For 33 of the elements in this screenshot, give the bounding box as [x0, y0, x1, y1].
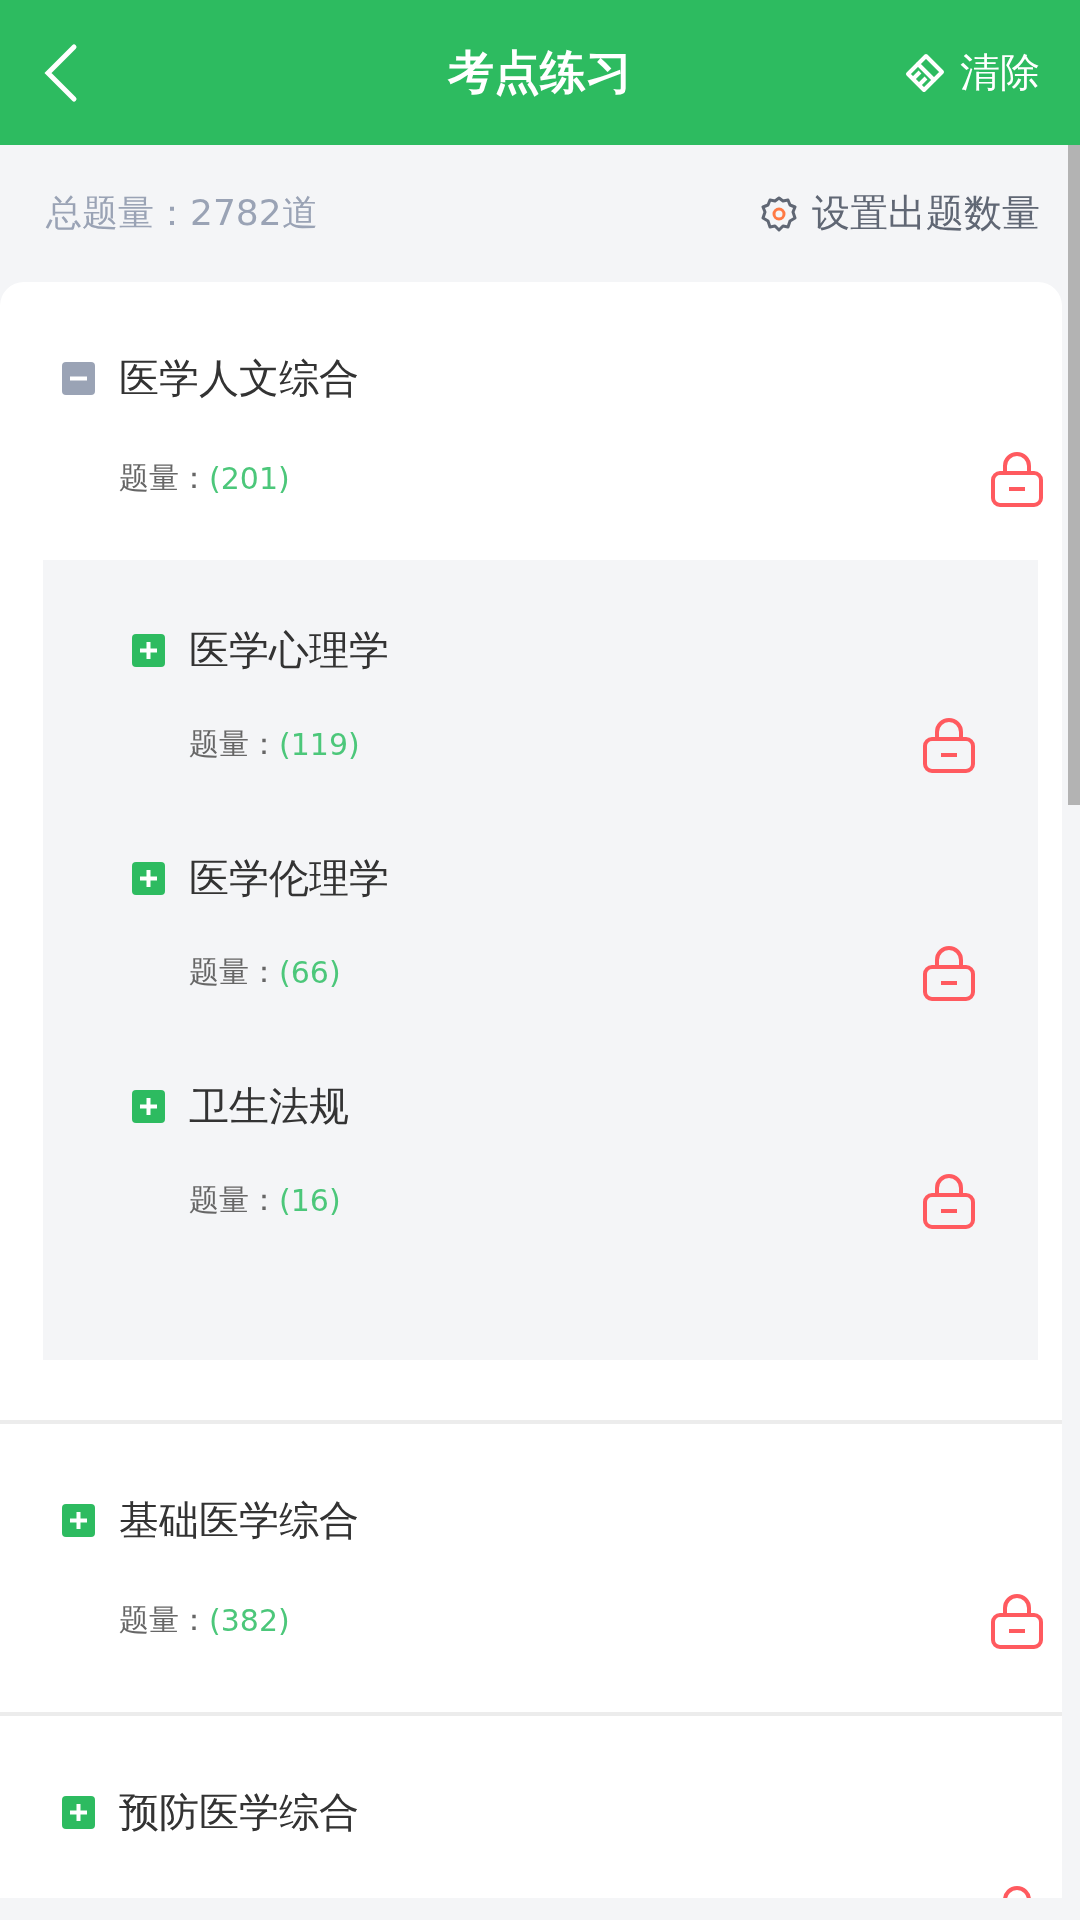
lock-icon[interactable]: [990, 1591, 1044, 1649]
count-value: (16): [279, 1182, 341, 1218]
expand-icon[interactable]: [62, 1503, 95, 1537]
expand-icon[interactable]: [132, 1089, 165, 1123]
lock-icon[interactable]: [922, 715, 976, 773]
brush-icon: [904, 51, 946, 94]
lock-icon[interactable]: [990, 449, 1044, 507]
page-title: 考点练习: [448, 43, 632, 101]
category-title[interactable]: 医学伦理学: [189, 850, 389, 906]
expand-icon[interactable]: [132, 633, 165, 667]
expand-icon[interactable]: [132, 861, 165, 895]
category-title[interactable]: 医学心理学: [189, 622, 389, 678]
category-title[interactable]: 医学人文综合: [119, 350, 359, 406]
count-label: 题量：: [119, 458, 209, 497]
count-value: (66): [279, 954, 341, 990]
lock-icon[interactable]: [922, 943, 976, 1001]
category-title[interactable]: 基础医学综合: [119, 1492, 359, 1548]
expand-icon[interactable]: [62, 1795, 95, 1829]
settings-button[interactable]: 设置出题数量: [760, 188, 1040, 239]
category-title[interactable]: 卫生法规: [189, 1078, 349, 1134]
count-label: 题量：: [189, 1180, 279, 1219]
settings-icon: [760, 194, 798, 233]
category-title[interactable]: 预防医学综合: [119, 1784, 359, 1840]
total-count: 总题量：2782道: [46, 191, 318, 235]
scrollbar[interactable]: [1068, 145, 1080, 805]
count-value: (119): [279, 726, 360, 762]
collapse-icon[interactable]: [62, 361, 95, 395]
count-label: 题量：: [189, 952, 279, 991]
count-value: (201): [209, 460, 290, 496]
count-label: 题量：: [119, 1600, 209, 1639]
lock-icon[interactable]: [922, 1171, 976, 1229]
count-label: 题量：: [189, 724, 279, 763]
count-value: (382): [209, 1602, 290, 1638]
